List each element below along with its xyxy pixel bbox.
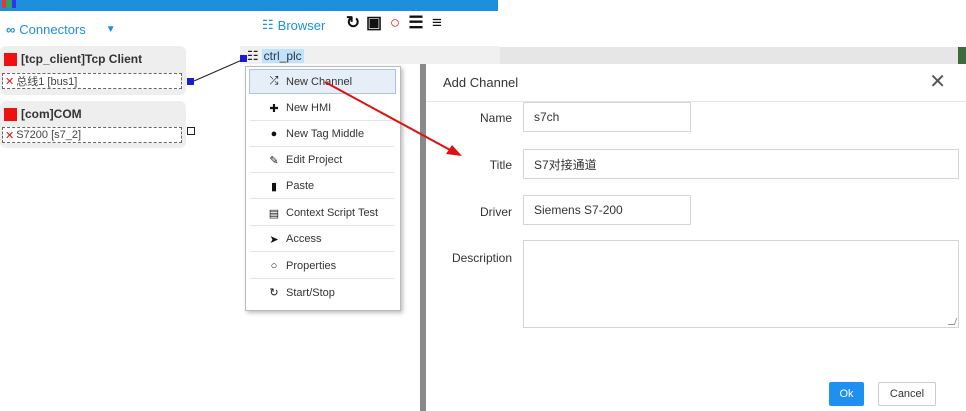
menu-item-new-channel[interactable]: ⤮ New Channel <box>249 69 396 94</box>
connector-card[interactable]: [com]COM ✕ S7200 [s7_2] <box>0 101 186 148</box>
link-icon: ∞ <box>6 22 16 37</box>
caret-down-icon: ▼ <box>105 24 116 35</box>
bus-item[interactable]: ✕ 总线1 [bus1] <box>2 73 182 89</box>
terminal-icon: ▤ <box>268 207 280 220</box>
menu-item-new-hmi[interactable]: ✚ New HMI <box>250 96 394 121</box>
browser-label: Browser <box>277 17 326 33</box>
clipboard-icon: ▮ <box>270 180 278 193</box>
shuffle-icon: ⤮ <box>269 75 279 87</box>
dialog-header: Add Channel ✕ <box>426 64 966 102</box>
power-icon[interactable]: ○ <box>386 14 404 32</box>
resize-handle[interactable] <box>947 318 958 325</box>
status-icon <box>4 52 17 66</box>
list-icon[interactable]: ☰ <box>407 14 425 32</box>
name-label: Name <box>479 111 512 125</box>
puzzle-icon: ✚ <box>269 102 279 115</box>
refresh-icon: ↻ <box>269 287 279 299</box>
add-channel-dialog: Add Channel ✕ Name s7ch Title S7对接通道 Dri… <box>420 64 966 411</box>
app-logo <box>2 0 16 8</box>
send-icon: ➤ <box>269 233 279 246</box>
connector-title: [com]COM <box>4 107 82 121</box>
description-textarea[interactable] <box>523 240 959 328</box>
close-icon[interactable]: ✕ <box>929 72 946 92</box>
pencil-icon: ✎ <box>269 154 279 167</box>
menu-item-properties[interactable]: ○ Properties <box>250 254 394 279</box>
dialog-title: Add Channel <box>443 75 519 90</box>
refresh-icon[interactable]: ↻ <box>344 14 362 32</box>
menu-item-new-tag-middle[interactable]: ● New Tag Middle <box>250 122 394 147</box>
status-icon <box>4 107 17 121</box>
driver-select[interactable]: Siemens S7-200 <box>523 195 691 225</box>
broken-link-icon: ✕ <box>5 75 15 88</box>
connector-card[interactable]: [tcp_client]Tcp Client ✕ 总线1 [bus1] <box>0 46 186 95</box>
menu-item-paste[interactable]: ▮ Paste <box>250 174 394 199</box>
connection-line <box>193 59 243 82</box>
menu-item-start-stop[interactable]: ↻ Start/Stop <box>250 280 394 305</box>
sitemap-icon: ☷ <box>262 17 274 32</box>
port-handle[interactable] <box>187 127 195 135</box>
description-label: Description <box>451 251 512 265</box>
title-input[interactable]: S7对接通道 <box>523 149 959 179</box>
context-menu: ⤮ New Channel ✚ New HMI ● New Tag Middle… <box>245 66 401 311</box>
sitemap-icon: ☷ <box>247 48 259 63</box>
top-bar <box>0 0 498 11</box>
tree-node-label[interactable]: ctrl_plc <box>261 49 304 63</box>
circle-icon: ○ <box>270 260 278 272</box>
title-label: Title <box>489 158 512 172</box>
tree-node[interactable]: ☷ ctrl_plc <box>247 48 304 64</box>
ok-button[interactable]: Ok <box>829 382 864 406</box>
toolbar: ↻ ▣ ○ ☰ ≡ <box>344 14 446 32</box>
background-panel <box>500 47 966 65</box>
menu-item-edit-project[interactable]: ✎ Edit Project <box>250 148 394 173</box>
compass-icon: ● <box>270 128 278 140</box>
broken-link-icon: ✕ <box>5 129 15 142</box>
menu-item-context-script-test[interactable]: ▤ Context Script Test <box>250 201 394 226</box>
menu-item-access[interactable]: ➤ Access <box>250 227 394 252</box>
driver-label: Driver <box>480 205 512 219</box>
cancel-button[interactable]: Cancel <box>878 382 936 406</box>
connectors-label: Connectors <box>19 22 86 37</box>
bus-item[interactable]: ✕ S7200 [s7_2] <box>2 127 182 143</box>
port-handle[interactable] <box>187 78 194 85</box>
browser-tab[interactable]: ☷ Browser <box>262 17 325 33</box>
share-icon[interactable]: ▣ <box>365 14 383 32</box>
database-icon[interactable]: ≡ <box>428 14 446 32</box>
name-input[interactable]: s7ch <box>523 102 691 132</box>
connectors-dropdown[interactable]: ∞ Connectors ▼ <box>6 22 116 37</box>
connector-title: [tcp_client]Tcp Client <box>4 52 142 66</box>
port-handle[interactable] <box>240 55 247 62</box>
